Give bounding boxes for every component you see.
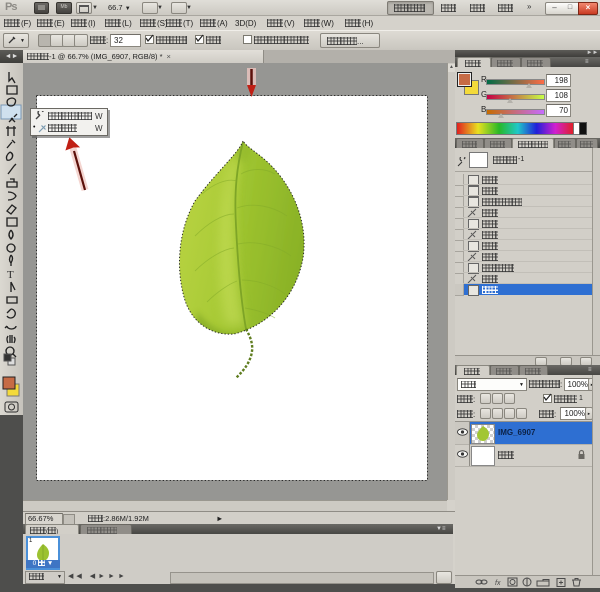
svg-text:fx: fx — [495, 580, 501, 587]
svg-text:T: T — [7, 269, 14, 281]
